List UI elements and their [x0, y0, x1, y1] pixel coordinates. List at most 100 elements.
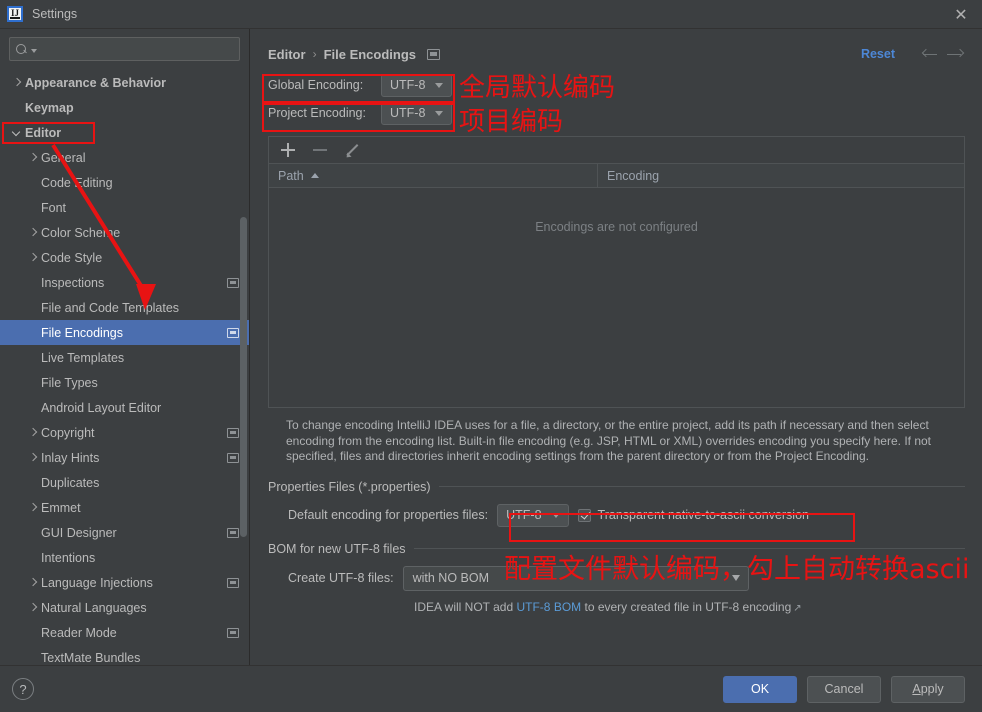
chevron-right-icon[interactable] [26, 576, 39, 589]
settings-sync-icon[interactable] [227, 627, 239, 638]
sidebar-item-label: Color Scheme [41, 225, 121, 240]
settings-sync-icon[interactable] [227, 327, 239, 338]
chevron-down-icon [435, 82, 444, 88]
external-link-icon[interactable]: ↗ [793, 603, 801, 614]
sidebar-item-label: TextMate Bundles [41, 650, 141, 665]
transparent-conversion-checkbox[interactable]: Transparent native-to-ascii conversion [577, 508, 809, 522]
sidebar-item-editor[interactable]: Editor [0, 120, 249, 145]
sidebar-item-textmate-bundles[interactable]: TextMate Bundles [0, 645, 249, 665]
encodings-help-text: To change encoding IntelliJ IDEA uses fo… [286, 418, 931, 464]
arrow-right-icon[interactable] [945, 44, 965, 64]
question-mark-icon[interactable]: ? [12, 678, 34, 700]
chevron-right-icon[interactable] [26, 251, 39, 264]
bom-note-link[interactable]: UTF-8 BOM [516, 600, 581, 614]
sidebar-item-code-editing[interactable]: Code Editing [0, 170, 249, 195]
sidebar-item-font[interactable]: Font [0, 195, 249, 220]
global-encoding-dropdown[interactable]: UTF-8 [381, 73, 453, 97]
sidebar-item-inspections[interactable]: Inspections [0, 270, 249, 295]
sidebar-item-file-encodings[interactable]: File Encodings [0, 320, 249, 345]
apply-button[interactable]: Apply [891, 675, 965, 703]
column-header-encoding[interactable]: Encoding [598, 164, 964, 187]
sidebar-item-reader-mode[interactable]: Reader Mode [0, 620, 249, 645]
chevron-right-icon[interactable] [26, 601, 39, 614]
pencil-icon[interactable] [342, 140, 362, 160]
sidebar-item-language-injections[interactable]: Language Injections [0, 570, 249, 595]
sidebar-item-android-layout-editor[interactable]: Android Layout Editor [0, 395, 249, 420]
apply-button-mnemonic: A [912, 682, 921, 696]
sidebar-item-label: Android Layout Editor [41, 400, 162, 415]
cancel-button[interactable]: Cancel [807, 675, 881, 703]
sidebar-item-copyright[interactable]: Copyright [0, 420, 249, 445]
properties-encoding-value: UTF-8 [506, 508, 542, 523]
settings-sync-icon[interactable] [227, 527, 239, 538]
settings-sync-icon[interactable] [227, 427, 239, 438]
settings-sync-icon[interactable] [227, 577, 239, 588]
search-box[interactable] [9, 37, 240, 61]
section-divider [438, 486, 965, 488]
plus-icon[interactable] [278, 140, 298, 160]
global-encoding-value: UTF-8 [390, 78, 426, 92]
project-encoding-row: Project Encoding: UTF-8 [268, 99, 965, 127]
sidebar-item-label: File Types [41, 375, 98, 390]
sidebar-item-appearance-behavior[interactable]: Appearance & Behavior [0, 70, 249, 95]
sidebar-item-label: File Encodings [41, 325, 123, 340]
minus-icon[interactable] [310, 140, 330, 160]
project-encoding-dropdown[interactable]: UTF-8 [381, 101, 453, 125]
settings-sync-icon[interactable] [427, 48, 441, 60]
sort-ascending-icon [310, 172, 319, 178]
chevron-right-icon[interactable] [10, 76, 23, 89]
sidebar-item-duplicates[interactable]: Duplicates [0, 470, 249, 495]
properties-default-encoding-row: Default encoding for properties files: U… [268, 503, 965, 527]
breadcrumb-parent[interactable]: Editor [268, 47, 306, 62]
chevron-right-icon[interactable] [26, 501, 39, 514]
sidebar-item-file-and-code-templates[interactable]: File and Code Templates [0, 295, 249, 320]
chevron-down-icon [551, 512, 560, 518]
checkbox-indicator[interactable] [577, 508, 591, 522]
search-container [0, 29, 249, 68]
settings-dialog: Settings ✕ Appearance & Behavior Keymap Ed… [0, 0, 982, 712]
sidebar-item-inlay-hints[interactable]: Inlay Hints [0, 445, 249, 470]
sidebar-item-file-types[interactable]: File Types [0, 370, 249, 395]
sidebar-item-color-scheme[interactable]: Color Scheme [0, 220, 249, 245]
chevron-right-icon[interactable] [26, 451, 39, 464]
sidebar-item-keymap[interactable]: Keymap [0, 95, 249, 120]
sidebar-item-label: Copyright [41, 425, 95, 440]
sidebar-scrollbar[interactable] [240, 72, 247, 661]
settings-main-panel: Editor › File Encodings Reset Global Enc… [250, 29, 982, 665]
create-utf8-files-dropdown[interactable]: with NO BOM [402, 565, 749, 591]
apply-button-label: pply [920, 682, 944, 696]
sidebar-item-code-style[interactable]: Code Style [0, 245, 249, 270]
sidebar-item-gui-designer[interactable]: GUI Designer [0, 520, 249, 545]
settings-sync-icon[interactable] [227, 277, 239, 288]
chevron-down-icon [731, 575, 740, 582]
sidebar-scrollbar-thumb[interactable] [240, 217, 247, 537]
sidebar-item-live-templates[interactable]: Live Templates [0, 345, 249, 370]
table-body: Encodings are not configured [269, 188, 964, 407]
properties-encoding-dropdown[interactable]: UTF-8 [497, 503, 569, 527]
sidebar-item-label: Font [41, 200, 67, 215]
sidebar-item-natural-languages[interactable]: Natural Languages [0, 595, 249, 620]
create-utf8-files-label: Create UTF-8 files: [288, 571, 394, 586]
sidebar-item-general[interactable]: General [0, 145, 249, 170]
ok-button[interactable]: OK [723, 675, 797, 703]
properties-files-section-title: Properties Files (*.properties) [268, 479, 431, 494]
reset-link[interactable]: Reset [861, 47, 895, 61]
sidebar-item-emmet[interactable]: Emmet [0, 495, 249, 520]
sidebar-item-label: Appearance & Behavior [25, 75, 167, 90]
close-icon[interactable]: ✕ [946, 1, 976, 27]
table-header-row: Path Encoding [269, 164, 964, 188]
arrow-left-icon[interactable] [921, 44, 941, 64]
search-input[interactable] [37, 41, 233, 57]
chevron-right-icon[interactable] [26, 151, 39, 164]
chevron-down-icon[interactable] [10, 126, 23, 139]
chevron-right-icon[interactable] [26, 426, 39, 439]
settings-sync-icon[interactable] [227, 452, 239, 463]
column-header-path[interactable]: Path [269, 164, 598, 187]
sidebar-item-intentions[interactable]: Intentions [0, 545, 249, 570]
sidebar-item-label: Inlay Hints [41, 450, 100, 465]
chevron-right-icon[interactable] [26, 226, 39, 239]
